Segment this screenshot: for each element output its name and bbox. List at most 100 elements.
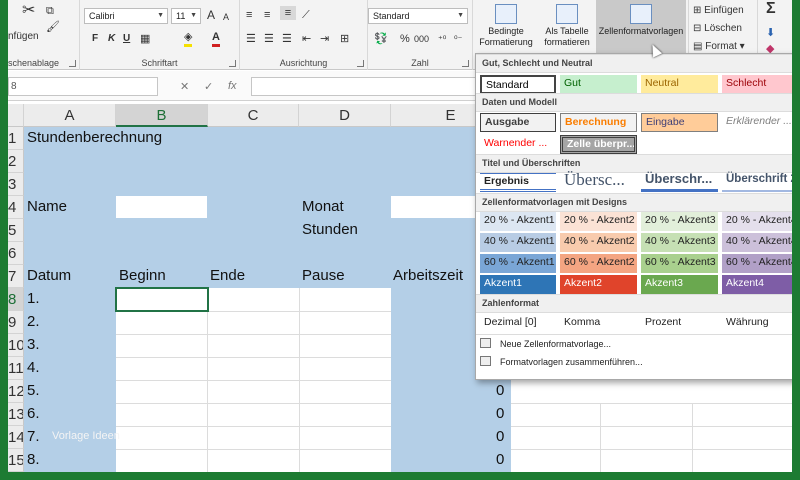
style-neutral[interactable]: Neutral — [641, 75, 718, 94]
row-header[interactable]: 7 — [8, 265, 24, 288]
font-color-icon[interactable]: A — [212, 30, 220, 47]
column-header-a[interactable]: A — [24, 104, 116, 127]
clipboard-launcher-icon[interactable] — [69, 60, 76, 67]
align-right-icon[interactable]: ☰ — [282, 32, 292, 46]
selected-cell-b8[interactable] — [115, 287, 209, 312]
underline-button[interactable]: U — [123, 32, 130, 46]
style-akzent2[interactable]: Akzent2 — [560, 275, 637, 294]
row-header[interactable]: 11 — [8, 357, 24, 380]
shrink-font-button[interactable]: A — [223, 10, 229, 24]
style-20-akzent4[interactable]: 20 % - Akzent4 — [722, 212, 792, 231]
column-header-b[interactable]: B — [116, 104, 208, 127]
indent-decrease-icon[interactable]: ⇤ — [302, 32, 311, 46]
row-header[interactable]: 10 — [8, 334, 24, 357]
style-ueberschrift-2[interactable]: Überschrift 2 — [722, 171, 792, 192]
style-60-akzent1[interactable]: 60 % - Akzent1 — [480, 254, 556, 273]
style-20-akzent1[interactable]: 20 % - Akzent1 — [480, 212, 556, 231]
cut-icon[interactable]: ✂ — [22, 3, 35, 19]
style-dezimal[interactable]: Dezimal [0] — [480, 314, 556, 333]
row-header[interactable]: 6 — [8, 242, 24, 265]
style-akzent4[interactable]: Akzent4 — [722, 275, 792, 294]
align-bottom-icon[interactable]: ≡ — [280, 6, 296, 20]
number-format-dropdown[interactable]: Standard ▼ — [368, 8, 468, 24]
align-center-icon[interactable]: ☰ — [264, 32, 274, 46]
style-ergebnis[interactable]: Ergebnis — [480, 173, 556, 192]
style-schlecht[interactable]: Schlecht — [722, 75, 792, 94]
row-header[interactable]: 8 — [8, 288, 24, 311]
style-standard[interactable]: Standard — [480, 75, 556, 94]
conditional-format-button[interactable]: Bedingte Formatierung — [474, 0, 538, 58]
fill-icon[interactable]: ⬇ — [766, 26, 775, 40]
style-erklaerender[interactable]: Erklärender ... — [722, 113, 792, 132]
style-20-akzent3[interactable]: 20 % - Akzent3 — [641, 212, 718, 231]
style-akzent1[interactable]: Akzent1 — [480, 275, 556, 294]
enter-button[interactable]: ✓ — [204, 80, 213, 93]
style-40-akzent3[interactable]: 40 % - Akzent3 — [641, 233, 718, 252]
merge-icon[interactable]: ⊞ — [340, 32, 349, 46]
autosum-icon[interactable]: Σ — [766, 1, 776, 17]
style-60-akzent4[interactable]: 60 % - Akzent4 — [722, 254, 792, 273]
style-40-akzent1[interactable]: 40 % - Akzent1 — [480, 233, 556, 252]
increase-decimal-icon[interactable]: ⁺⁰ — [438, 32, 446, 46]
style-prozent[interactable]: Prozent — [641, 314, 718, 333]
row-header[interactable]: 14 — [8, 426, 24, 449]
row-header[interactable]: 9 — [8, 311, 24, 334]
row-header[interactable]: 3 — [8, 173, 24, 196]
row-header[interactable]: 13 — [8, 403, 24, 426]
style-20-akzent2[interactable]: 20 % - Akzent2 — [560, 212, 637, 231]
column-header-d[interactable]: D — [299, 104, 391, 127]
percent-button[interactable]: % — [400, 32, 410, 46]
row-header[interactable]: 15 — [8, 449, 24, 472]
new-cell-style-item[interactable]: Neue Zellenformatvorlage... — [480, 337, 611, 351]
style-60-akzent3[interactable]: 60 % - Akzent3 — [641, 254, 718, 273]
column-header-c[interactable]: C — [208, 104, 299, 127]
style-uberschrift-title[interactable]: Übersc... — [560, 170, 637, 192]
style-akzent3[interactable]: Akzent3 — [641, 275, 718, 294]
delete-button[interactable]: ⊟ Löschen — [693, 22, 742, 36]
align-middle-icon[interactable]: ≡ — [264, 8, 270, 22]
font-launcher-icon[interactable] — [229, 60, 236, 67]
indent-increase-icon[interactable]: ⇥ — [320, 32, 329, 46]
font-size-dropdown[interactable]: 11 ▼ — [171, 8, 201, 24]
align-left-icon[interactable]: ☰ — [246, 32, 256, 46]
style-warnender[interactable]: Warnender ... — [480, 135, 556, 154]
cell-styles-button[interactable]: Zellenformatvorlagen — [596, 0, 686, 58]
style-waehrung[interactable]: Währung — [722, 314, 792, 333]
alignment-launcher-icon[interactable] — [357, 60, 364, 67]
currency-icon[interactable]: 💱 — [374, 32, 388, 46]
insert-button[interactable]: ⊞ Einfügen — [693, 4, 744, 18]
bold-button[interactable]: F — [92, 32, 98, 46]
style-40-akzent2[interactable]: 40 % - Akzent2 — [560, 233, 637, 252]
style-60-akzent2[interactable]: 60 % - Akzent2 — [560, 254, 637, 273]
align-top-icon[interactable]: ≡ — [246, 8, 252, 22]
merge-styles-item[interactable]: Formatvorlagen zusammenführen... — [480, 355, 643, 369]
style-40-akzent4[interactable]: 40 % - Akzent4 — [722, 233, 792, 252]
name-input-cell[interactable] — [116, 196, 207, 218]
fill-color-icon[interactable]: ◈ — [184, 30, 193, 47]
name-box[interactable]: 8 — [8, 77, 158, 96]
style-eingabe[interactable]: Eingabe — [641, 113, 718, 132]
thousands-button[interactable]: 000 — [414, 32, 429, 46]
row-header[interactable]: 5 — [8, 219, 24, 242]
format-painter-icon[interactable]: 🖌 — [46, 20, 60, 34]
cancel-button[interactable]: ✕ — [180, 80, 189, 93]
style-ueberschrift-1[interactable]: Überschr... — [641, 171, 718, 192]
row-header[interactable]: 12 — [8, 380, 24, 403]
decrease-decimal-icon[interactable]: ⁰⁻ — [454, 32, 462, 46]
orientation-icon[interactable]: ⟋ — [302, 8, 310, 22]
style-gut[interactable]: Gut — [560, 75, 637, 94]
grow-font-button[interactable]: A — [207, 8, 215, 22]
copy-icon[interactable]: ⧉ — [46, 4, 54, 18]
style-zelle-ueberpruefen[interactable]: Zelle überpr... — [560, 135, 637, 154]
format-button[interactable]: ▤ Format ▾ — [693, 40, 745, 54]
style-komma[interactable]: Komma — [560, 314, 637, 333]
style-ausgabe[interactable]: Ausgabe — [480, 113, 556, 132]
insert-function-button[interactable]: fx — [228, 80, 237, 92]
style-berechnung[interactable]: Berechnung — [560, 113, 637, 132]
font-name-dropdown[interactable]: Calibri ▼ — [84, 8, 168, 24]
row-header[interactable]: 2 — [8, 150, 24, 173]
number-launcher-icon[interactable] — [462, 60, 469, 67]
border-icon[interactable]: ▦ — [140, 32, 150, 46]
italic-button[interactable]: K — [108, 32, 115, 46]
select-all-corner[interactable] — [8, 104, 24, 127]
